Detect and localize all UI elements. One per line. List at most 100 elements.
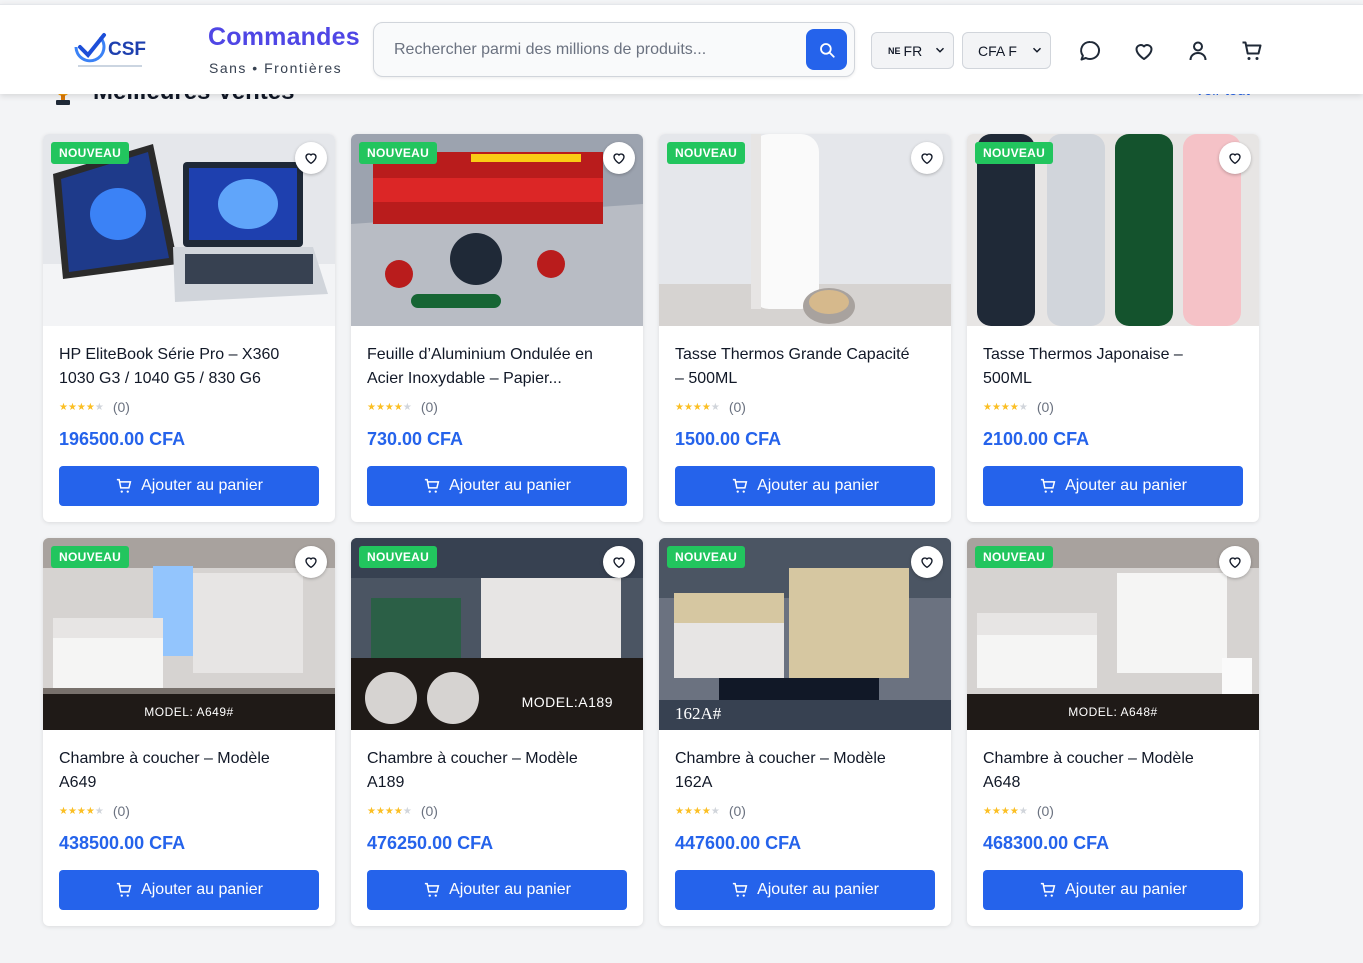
search-icon bbox=[819, 42, 835, 58]
rating-stars-icon: ★★★★★ bbox=[367, 805, 412, 817]
language-value: FR bbox=[903, 42, 923, 59]
new-badge: NOUVEAU bbox=[359, 142, 438, 164]
product-image[interactable]: NOUVEAU bbox=[351, 134, 643, 326]
product-image[interactable]: NOUVEAU bbox=[43, 134, 335, 326]
wishlist-button[interactable] bbox=[295, 142, 327, 174]
product-price: 438500.00 CFA bbox=[59, 833, 186, 853]
product-price: 1500.00 CFA bbox=[675, 429, 782, 449]
product-rating: ★★★★★ (0) bbox=[367, 803, 438, 819]
new-badge: NOUVEAU bbox=[359, 546, 438, 568]
wishlist-button[interactable] bbox=[603, 546, 635, 578]
product-title[interactable]: Chambre à coucher – Modèle A648 bbox=[983, 747, 1245, 795]
rating-stars-icon: ★★★★★ bbox=[983, 401, 1028, 413]
logo-text: CSF bbox=[108, 39, 146, 60]
currency-select[interactable]: CFA F bbox=[962, 32, 1051, 69]
chevron-down-icon bbox=[935, 47, 945, 53]
product-title[interactable]: Tasse Thermos Grande Capacité – 500ML bbox=[675, 343, 937, 391]
add-to-cart-button[interactable]: Ajouter au panier bbox=[367, 466, 627, 506]
product-image[interactable]: NOUVEAU bbox=[967, 134, 1259, 326]
user-icon[interactable] bbox=[1186, 39, 1210, 63]
product-card[interactable]: NOUVEAU Tasse Thermos Grande Capacité – 5… bbox=[659, 134, 951, 522]
wishlist-button[interactable] bbox=[1219, 142, 1251, 174]
product-image[interactable]: 162A# NOUVEAU bbox=[659, 538, 951, 730]
wishlist-button[interactable] bbox=[911, 546, 943, 578]
heart-icon bbox=[305, 557, 317, 569]
language-flag: NE bbox=[888, 45, 901, 56]
cart-icon bbox=[424, 478, 440, 493]
currency-value: CFA F bbox=[978, 42, 1017, 59]
add-to-cart-button[interactable]: Ajouter au panier bbox=[983, 466, 1243, 506]
product-price: 730.00 CFA bbox=[367, 429, 464, 449]
brand-logo[interactable]: CSF bbox=[70, 25, 150, 73]
rating-stars-icon: ★★★★★ bbox=[59, 805, 104, 817]
wishlist-button[interactable] bbox=[1219, 546, 1251, 578]
cart-icon bbox=[732, 478, 748, 493]
add-to-cart-button[interactable]: Ajouter au panier bbox=[675, 466, 935, 506]
new-badge: NOUVEAU bbox=[975, 142, 1054, 164]
heart-icon bbox=[613, 557, 625, 569]
product-rating: ★★★★★ (0) bbox=[675, 399, 746, 415]
cart-icon bbox=[116, 478, 132, 493]
product-title[interactable]: HP EliteBook Série Pro – X360 1030 G3 / 1… bbox=[59, 343, 321, 391]
product-title[interactable]: Chambre à coucher – Modèle 162A bbox=[675, 747, 937, 795]
new-badge: NOUVEAU bbox=[667, 142, 746, 164]
product-card[interactable]: NOUVEAU HP EliteBook Série Pro – X360 103… bbox=[43, 134, 335, 522]
add-to-cart-button[interactable]: Ajouter au panier bbox=[59, 870, 319, 910]
heart-icon bbox=[1229, 557, 1241, 569]
image-caption: MODEL: A649# bbox=[43, 694, 335, 730]
product-card[interactable]: 162A# NOUVEAU Chambre à coucher – Modèle… bbox=[659, 538, 951, 926]
product-card[interactable]: MODEL: A649# NOUVEAU Chambre à coucher –… bbox=[43, 538, 335, 926]
chevron-down-icon bbox=[1032, 47, 1042, 53]
product-card[interactable]: MODEL: A648# NOUVEAU Chambre à coucher –… bbox=[967, 538, 1259, 926]
heart-icon bbox=[921, 557, 933, 569]
image-caption: 162A# bbox=[675, 704, 722, 723]
heart-icon bbox=[305, 153, 317, 165]
product-image[interactable]: MODEL: A649# NOUVEAU bbox=[43, 538, 335, 730]
wishlist-button[interactable] bbox=[911, 142, 943, 174]
search-input[interactable] bbox=[394, 37, 804, 63]
rating-stars-icon: ★★★★★ bbox=[675, 401, 720, 413]
cart-icon bbox=[116, 882, 132, 897]
product-image[interactable]: MODEL: A648# NOUVEAU bbox=[967, 538, 1259, 730]
product-title[interactable]: Feuille d’Aluminium Ondulée en Acier Inox… bbox=[367, 343, 629, 391]
image-caption: MODEL:A189 bbox=[521, 694, 613, 710]
cart-icon bbox=[1040, 478, 1056, 493]
product-image[interactable]: NOUVEAU bbox=[659, 134, 951, 326]
chat-icon[interactable] bbox=[1078, 39, 1102, 63]
product-price: 2100.00 CFA bbox=[983, 429, 1090, 449]
rating-stars-icon: ★★★★★ bbox=[367, 401, 412, 413]
language-select[interactable]: NE FR bbox=[871, 32, 954, 69]
heart-icon bbox=[921, 153, 933, 165]
product-card[interactable]: NOUVEAU Tasse Thermos Japonaise –500ML ★… bbox=[967, 134, 1259, 522]
product-title[interactable]: Chambre à coucher – Modèle A649 bbox=[59, 747, 321, 795]
cart-icon bbox=[732, 882, 748, 897]
product-title[interactable]: Chambre à coucher – Modèle A189 bbox=[367, 747, 629, 795]
product-card[interactable]: MODEL:A189 NOUVEAU Chambre à coucher – M… bbox=[351, 538, 643, 926]
product-card[interactable]: NOUVEAU Feuille d’Aluminium Ondulée en Ac… bbox=[351, 134, 643, 522]
add-to-cart-button[interactable]: Ajouter au panier bbox=[59, 466, 319, 506]
heart-icon bbox=[613, 153, 625, 165]
add-to-cart-button[interactable]: Ajouter au panier bbox=[983, 870, 1243, 910]
product-image[interactable]: MODEL:A189 NOUVEAU bbox=[351, 538, 643, 730]
new-badge: NOUVEAU bbox=[51, 546, 130, 568]
search-button[interactable] bbox=[806, 29, 847, 70]
wishlist-button[interactable] bbox=[295, 546, 327, 578]
cart-icon bbox=[424, 882, 440, 897]
add-to-cart-button[interactable]: Ajouter au panier bbox=[675, 870, 935, 910]
cart-icon[interactable] bbox=[1240, 39, 1264, 63]
product-rating: ★★★★★ (0) bbox=[59, 803, 130, 819]
product-price: 468300.00 CFA bbox=[983, 833, 1110, 853]
rating-stars-icon: ★★★★★ bbox=[983, 805, 1028, 817]
heart-icon[interactable] bbox=[1132, 39, 1156, 63]
product-title[interactable]: Tasse Thermos Japonaise –500ML bbox=[983, 343, 1245, 391]
top-header: CSF Commandes Sans • Frontières NE FR CF… bbox=[0, 4, 1363, 94]
add-to-cart-button[interactable]: Ajouter au panier bbox=[367, 870, 627, 910]
new-badge: NOUVEAU bbox=[667, 546, 746, 568]
rating-stars-icon: ★★★★★ bbox=[59, 401, 104, 413]
product-rating: ★★★★★ (0) bbox=[983, 399, 1054, 415]
wishlist-button[interactable] bbox=[603, 142, 635, 174]
product-rating: ★★★★★ (0) bbox=[983, 803, 1054, 819]
cart-icon bbox=[1040, 882, 1056, 897]
new-badge: NOUVEAU bbox=[51, 142, 130, 164]
product-price: 476250.00 CFA bbox=[367, 833, 494, 853]
